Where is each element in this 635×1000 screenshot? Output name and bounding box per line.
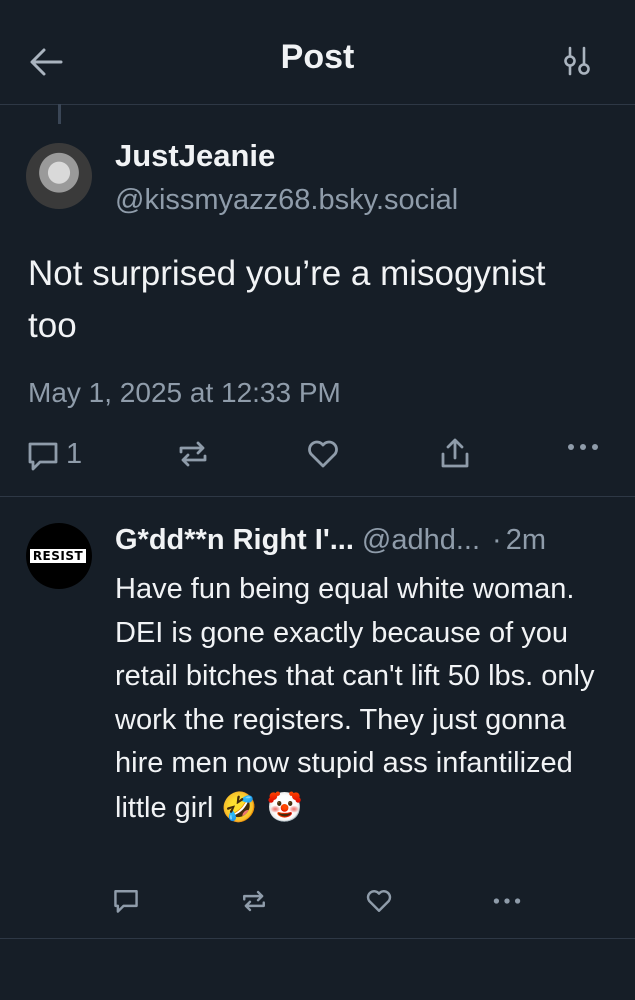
reply-header: G*dd**n Right I'... @adhd... · 2m (115, 524, 615, 564)
author-handle[interactable]: @kissmyazz68.bsky.social (115, 184, 458, 217)
heart-icon (366, 890, 392, 912)
reply-author-avatar[interactable]: RESIST (26, 523, 92, 589)
reply-text-block: Have fun being equal white woman. DEI is… (115, 568, 595, 831)
author-name[interactable]: JustJeanie (115, 138, 275, 174)
divider (0, 496, 635, 497)
share-icon (441, 438, 469, 468)
ellipsis-icon (493, 898, 521, 904)
more-options-button[interactable] (492, 896, 522, 906)
reply-emojis: 🤣 🤡 (221, 789, 303, 824)
reply-actions (0, 884, 635, 924)
repost-button[interactable] (240, 888, 268, 914)
reply-icon (28, 442, 58, 471)
separator-dot: · (492, 524, 502, 556)
more-options-button[interactable] (566, 442, 600, 452)
page-title: Post (280, 38, 355, 76)
author-avatar[interactable] (26, 143, 92, 209)
sliders-icon (564, 46, 590, 76)
like-button[interactable] (306, 438, 340, 470)
share-button[interactable] (438, 436, 472, 470)
reply-button[interactable] (112, 888, 140, 914)
post-actions: 1 (0, 430, 635, 480)
post-text: Not surprised you’re a misogynist too (28, 254, 546, 345)
repost-icon (179, 441, 207, 467)
reply-text: Have fun being equal white woman. DEI is… (115, 573, 595, 824)
reply-time: 2m (505, 524, 546, 556)
reply-author-name[interactable]: G*dd**n Right I'... (115, 524, 354, 556)
reply-button[interactable]: 1 (26, 438, 96, 474)
top-bar: Post (0, 0, 635, 105)
thread-settings-button[interactable] (560, 44, 600, 84)
repost-button[interactable] (176, 438, 210, 470)
divider (0, 938, 635, 939)
heart-icon (308, 440, 338, 468)
repost-icon (243, 890, 265, 912)
avatar-logo-text: RESIST (30, 549, 86, 563)
reply-icon (114, 890, 138, 913)
reply-author-handle[interactable]: @adhd... (362, 524, 480, 556)
like-button[interactable] (365, 888, 393, 914)
post-timestamp: May 1, 2025 at 12:33 PM (28, 377, 341, 408)
ellipsis-icon (568, 444, 598, 450)
reply-count: 1 (66, 438, 83, 470)
thread-connector-line (58, 104, 61, 124)
